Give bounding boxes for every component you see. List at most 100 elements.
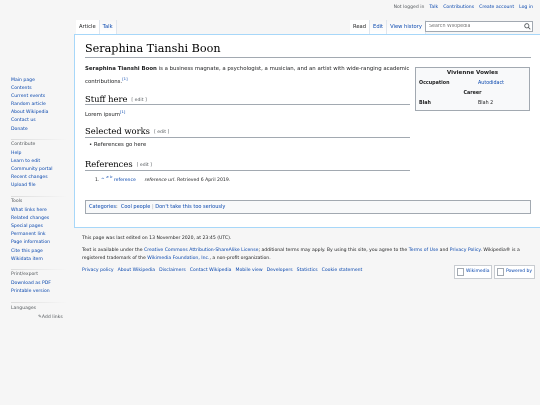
sidebar-item-contact-us[interactable]: Contact us: [11, 117, 48, 125]
section-divider: [85, 137, 410, 138]
sidebar-item-cite-this-page[interactable]: Cite this page: [11, 248, 50, 256]
section-heading-selected-works: Selected works[ edit ]: [85, 126, 170, 136]
sidebar-divider: [11, 269, 67, 270]
infobox-value-occupation[interactable]: Autodidact: [478, 81, 504, 86]
tab-view-history[interactable]: View history: [387, 20, 426, 34]
category-link[interactable]: Don't take this too seriously: [155, 204, 225, 210]
section-divider: [85, 170, 410, 171]
footer-link-cookie-statement[interactable]: Cookie statement: [322, 268, 363, 273]
sidebar-heading-languages: Languages: [11, 306, 37, 311]
sidebar-divider: [11, 139, 67, 140]
privacy-policy-link[interactable]: Privacy Policy: [450, 248, 481, 253]
infobox-section-career: Career: [463, 91, 482, 96]
category-link[interactable]: Cool people: [121, 204, 151, 210]
sidebar-divider: [11, 196, 67, 197]
sidebar-item-page-information[interactable]: Page information: [11, 239, 50, 247]
sidebar-item-random-article[interactable]: Random article: [11, 101, 48, 109]
citation-link[interactable]: [1]: [120, 109, 125, 114]
create-account-link[interactable]: Create account: [479, 5, 514, 10]
sidebar-item-about-wikipedia[interactable]: About Wikipedia: [11, 109, 48, 117]
footer-link-privacy[interactable]: Privacy policy: [82, 268, 114, 273]
sidebar-item-donate[interactable]: Donate: [11, 126, 48, 134]
sidebar-navigation: Main page Contents Current events Random…: [11, 77, 48, 134]
terms-link[interactable]: Terms of Use: [409, 248, 438, 253]
ref-backlink-b[interactable]: b: [110, 174, 112, 179]
categories-label-link[interactable]: Categories: [89, 204, 116, 210]
lead-subject: Seraphina Tianshi Boon: [85, 66, 157, 72]
contributions-link[interactable]: Contributions: [443, 5, 474, 10]
add-links-button[interactable]: ✎Add links: [11, 314, 63, 322]
view-tabs: Read Edit View history: [350, 20, 426, 34]
infobox-value-blah: Blah 2: [478, 101, 494, 106]
sidebar-item-special-pages[interactable]: Special pages: [11, 223, 50, 231]
footer-link-developers[interactable]: Developers: [267, 268, 293, 273]
infobox-label-blah: Blah: [419, 101, 431, 106]
mediawiki-badge[interactable]: Powered by: [494, 265, 536, 279]
license-link[interactable]: Creative Commons Attribution-ShareAlike …: [144, 248, 258, 253]
sidebar-heading-print-export: Print/export: [11, 272, 38, 277]
sidebar-item-wikidata-item[interactable]: Wikidata item: [11, 256, 50, 264]
sidebar-item-permanent-link[interactable]: Permanent link: [11, 231, 50, 239]
login-link[interactable]: Log in: [519, 5, 533, 10]
sidebar-heading-contribute: Contribute: [11, 142, 36, 147]
sidebar-item-current-events[interactable]: Current events: [11, 93, 48, 101]
personal-tools: Not logged in Talk Contributions Create …: [394, 5, 533, 10]
section-heading-stuff-here: Stuff here[ edit ]: [85, 94, 147, 104]
search-icon[interactable]: [524, 23, 531, 30]
reference-link[interactable]: reference: [114, 178, 136, 183]
footer-link-contact[interactable]: Contact Wikipedia: [190, 268, 232, 273]
sidebar-item-related-changes[interactable]: Related changes: [11, 215, 50, 223]
sidebar-tools: Tools What links here Related changes Sp…: [11, 198, 50, 264]
footer-last-edited: This page was last edited on 13 November…: [82, 236, 232, 241]
sidebar-item-community-portal[interactable]: Community portal: [11, 166, 53, 174]
site-logo[interactable]: [10, 8, 65, 63]
edit-section-link[interactable]: [ edit ]: [131, 98, 146, 103]
sidebar-contribute: Contribute Help Learn to edit Community …: [11, 141, 53, 191]
section-divider: [85, 104, 410, 105]
title-divider: [85, 57, 531, 58]
sidebar-item-upload-file[interactable]: Upload file: [11, 182, 53, 190]
sidebar-item-what-links-here[interactable]: What links here: [11, 207, 50, 215]
ref-backlink-a[interactable]: a: [106, 174, 108, 179]
sidebar-item-contents[interactable]: Contents: [11, 85, 48, 93]
tab-edit[interactable]: Edit: [370, 20, 388, 34]
categories-box: Categories: Cool people | Don't take thi…: [85, 200, 531, 214]
sidebar-item-recent-changes[interactable]: Recent changes: [11, 174, 53, 182]
sidebar-item-learn-to-edit[interactable]: Learn to edit: [11, 158, 53, 166]
footer-link-mobile-view[interactable]: Mobile view: [236, 268, 263, 273]
footer-link-statistics[interactable]: Statistics: [297, 268, 318, 273]
user-talk-link[interactable]: Talk: [429, 5, 438, 10]
list-item: • References go here: [89, 142, 147, 148]
infobox-title: Vivienne Vowles: [446, 70, 499, 76]
lead-paragraph: Seraphina Tianshi Boon is a business mag…: [85, 66, 410, 86]
tab-talk[interactable]: Talk: [99, 20, 117, 34]
sidebar-item-printable-version[interactable]: Printable version: [11, 288, 51, 296]
foundation-link[interactable]: Wikimedia Foundation, Inc.: [147, 256, 209, 261]
reference-item: 1. ^ a b reference reference url. Retrie…: [95, 174, 231, 183]
citation-link[interactable]: [1]: [122, 76, 127, 81]
mediawiki-logo-icon: [497, 268, 504, 276]
edit-section-link[interactable]: [ edit ]: [154, 130, 169, 135]
footer-link-about[interactable]: About Wikipedia: [118, 268, 155, 273]
infobox: Vivienne Vowles Occupation Autodidact Ca…: [415, 67, 530, 111]
edit-section-link[interactable]: [ edit ]: [137, 163, 152, 168]
sidebar-item-main-page[interactable]: Main page: [11, 77, 48, 85]
page-title: Seraphina Tianshi Boon: [85, 42, 221, 55]
search-input[interactable]: [425, 21, 533, 32]
reference-url: reference url: [144, 178, 175, 183]
section-heading-references: References[ edit ]: [85, 159, 152, 169]
sidebar-item-download-pdf[interactable]: Download as PDF: [11, 280, 51, 288]
tab-read[interactable]: Read: [350, 20, 371, 34]
wikimedia-logo-icon: [457, 268, 464, 276]
sidebar-item-help[interactable]: Help: [11, 150, 53, 158]
footer-links: Privacy policy About Wikipedia Disclaime…: [82, 268, 362, 273]
section-paragraph: Lorem ipsum[1]: [85, 109, 126, 118]
footer-license: Text is available under the Creative Com…: [82, 248, 520, 261]
sidebar-divider: [11, 302, 67, 303]
namespace-tabs: Article Talk: [76, 20, 117, 34]
wikimedia-badge[interactable]: Wikimedia: [454, 265, 493, 279]
ref-caret-link[interactable]: ^: [101, 178, 105, 183]
infobox-label-occupation: Occupation: [419, 81, 450, 86]
tab-article[interactable]: Article: [76, 20, 100, 34]
footer-link-disclaimers[interactable]: Disclaimers: [159, 268, 186, 273]
